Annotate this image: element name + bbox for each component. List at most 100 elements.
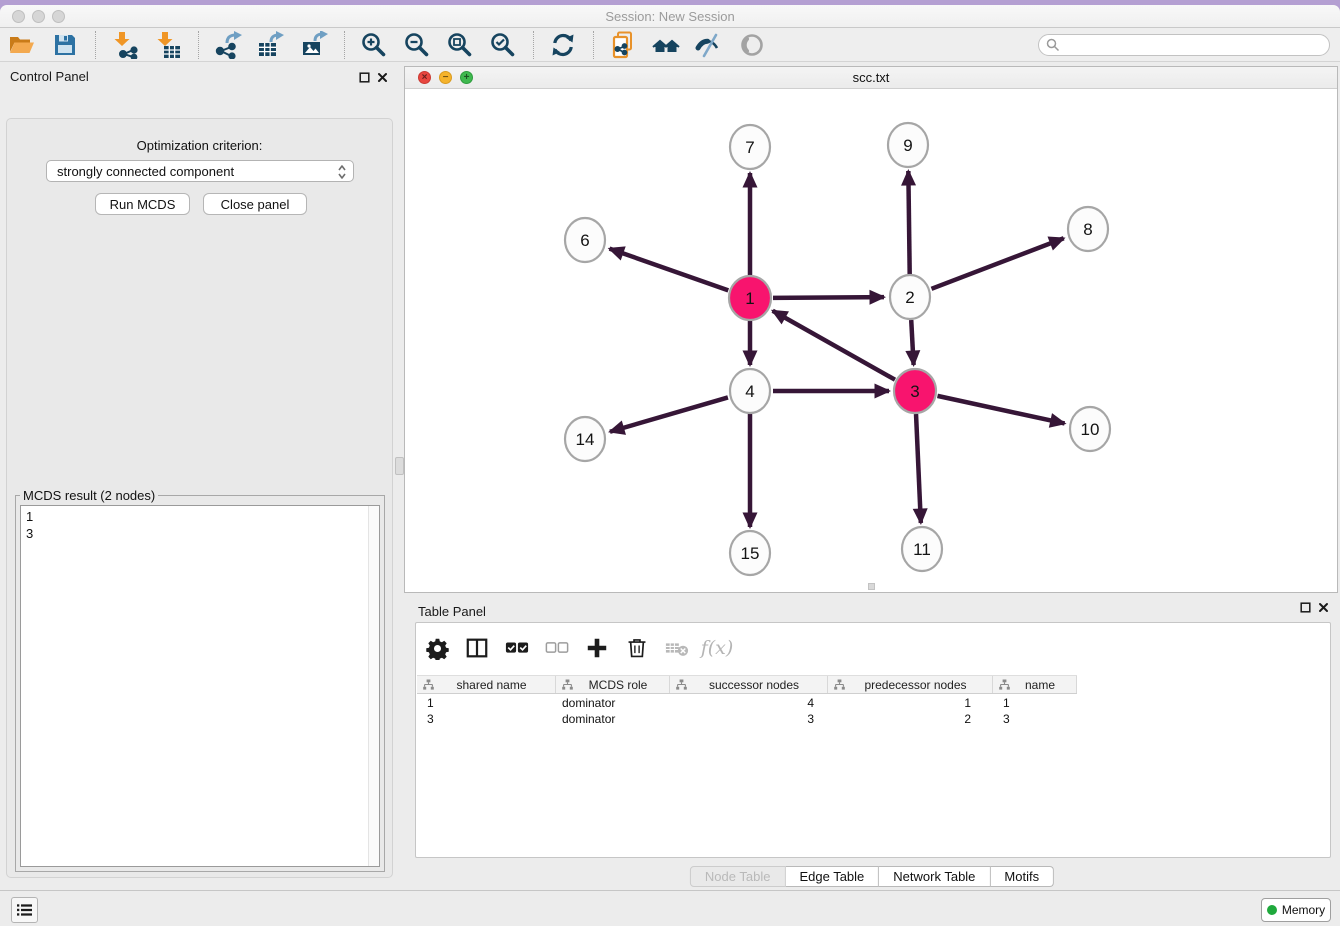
table-cell[interactable]: 1	[993, 695, 1077, 711]
graph-node-1[interactable]: 1	[729, 276, 771, 320]
export-image-icon[interactable]	[300, 31, 328, 59]
memory-button[interactable]: Memory	[1261, 898, 1331, 922]
graph-node-2[interactable]: 2	[890, 275, 930, 319]
export-network-icon[interactable]	[214, 31, 242, 59]
memory-status-icon	[1267, 905, 1277, 915]
svg-text:2: 2	[905, 288, 914, 307]
table-cell[interactable]: 2	[828, 711, 993, 727]
search-input[interactable]	[1038, 34, 1330, 56]
column-header-successor-nodes[interactable]: successor nodes	[670, 676, 828, 693]
canvas-resize-handle[interactable]	[868, 583, 875, 590]
table-cell[interactable]: dominator	[556, 711, 670, 727]
delete-column-icon[interactable]	[624, 635, 650, 661]
graph-node-9[interactable]: 9	[888, 123, 928, 167]
open-session-icon[interactable]	[8, 31, 36, 59]
svg-text:4: 4	[745, 382, 754, 401]
apply-layout-icon[interactable]	[549, 31, 577, 59]
criterion-dropdown[interactable]: strongly connected component	[46, 160, 354, 182]
main-toolbar	[0, 28, 1340, 62]
table-toolbar: f(x)	[424, 631, 730, 665]
edge-3-11[interactable]	[916, 414, 921, 523]
panel-splitter-handle[interactable]	[395, 457, 404, 475]
zoom-fit-icon[interactable]	[446, 31, 474, 59]
table-cell[interactable]: 3	[417, 711, 556, 727]
toolbar-separator	[95, 31, 96, 59]
zoom-out-icon[interactable]	[403, 31, 431, 59]
import-network-icon[interactable]	[111, 31, 139, 59]
graph-node-3[interactable]: 3	[894, 369, 936, 413]
graph-node-11[interactable]: 11	[902, 527, 942, 571]
network-view-window: × − + scc.txt 7 9 6 8 1 2 4 3 14 10 15 11	[404, 66, 1338, 593]
graph-node-6[interactable]: 6	[565, 218, 605, 262]
column-header-predecessor-nodes[interactable]: predecessor nodes	[828, 676, 993, 693]
edge-3-10[interactable]	[937, 396, 1064, 424]
column-header-shared-name[interactable]: shared name	[417, 676, 556, 693]
unselect-all-columns-icon[interactable]	[544, 635, 570, 661]
table-cell[interactable]: 3	[993, 711, 1077, 727]
svg-text:15: 15	[741, 544, 760, 563]
table-cell[interactable]: 1	[828, 695, 993, 711]
float-panel-icon[interactable]	[359, 72, 370, 83]
column-header-MCDS-role[interactable]: MCDS role	[556, 676, 670, 693]
graph-node-7[interactable]: 7	[730, 125, 770, 169]
graph-node-14[interactable]: 14	[565, 417, 605, 461]
mcds-result-textarea[interactable]: 1 3	[20, 505, 380, 867]
table-cell[interactable]: 4	[670, 695, 828, 711]
result-scrollbar[interactable]	[368, 506, 379, 866]
edge-4-14[interactable]	[610, 397, 728, 431]
graph-node-15[interactable]: 15	[730, 531, 770, 575]
edge-2-8[interactable]	[931, 238, 1063, 289]
table-panel: Table Panel	[404, 593, 1340, 890]
edge-3-1[interactable]	[773, 311, 895, 380]
show-column-panel-icon[interactable]	[464, 635, 490, 661]
function-builder-icon: f(x)	[704, 635, 730, 661]
clone-network-icon[interactable]	[609, 31, 637, 59]
zoom-in-icon[interactable]	[360, 31, 388, 59]
network-canvas[interactable]: 7 9 6 8 1 2 4 3 14 10 15 11	[405, 89, 1337, 592]
edge-2-9[interactable]	[908, 171, 909, 274]
close-panel-icon[interactable]	[377, 72, 388, 83]
delete-table-icon	[664, 635, 690, 661]
zoom-selected-icon[interactable]	[489, 31, 517, 59]
graph-node-4[interactable]: 4	[730, 369, 770, 413]
tab-network-table[interactable]: Network Table	[879, 866, 990, 887]
close-table-panel-icon[interactable]	[1318, 602, 1329, 613]
table-row[interactable]: 3dominator323	[417, 711, 1077, 727]
create-column-icon[interactable]	[584, 635, 610, 661]
graph-node-8[interactable]: 8	[1068, 207, 1108, 251]
float-table-panel-icon[interactable]	[1300, 602, 1311, 613]
edge-2-3[interactable]	[911, 320, 913, 365]
export-table-icon[interactable]	[257, 31, 285, 59]
tab-edge-table[interactable]: Edge Table	[785, 866, 879, 887]
import-table-icon[interactable]	[154, 31, 182, 59]
svg-text:6: 6	[580, 231, 589, 250]
show-graphics-details-icon[interactable]	[695, 31, 723, 59]
title-bar: Session: New Session	[0, 5, 1340, 28]
column-type-icon	[423, 679, 434, 690]
column-header-name[interactable]: name	[993, 676, 1077, 693]
app-window: Session: New Session	[0, 5, 1340, 926]
close-panel-button[interactable]: Close panel	[203, 193, 307, 215]
table-cell[interactable]: 3	[670, 711, 828, 727]
criterion-dropdown-value: strongly connected component	[57, 164, 234, 179]
home-icon[interactable]	[652, 31, 680, 59]
edge-1-2[interactable]	[773, 297, 884, 298]
svg-text:14: 14	[576, 430, 595, 449]
search-field	[1038, 34, 1330, 56]
tab-motifs[interactable]: Motifs	[990, 866, 1054, 887]
save-session-icon[interactable]	[51, 31, 79, 59]
graph-node-10[interactable]: 10	[1070, 407, 1110, 451]
tab-node-table[interactable]: Node Table	[690, 866, 786, 887]
table-row[interactable]: 1dominator411	[417, 695, 1077, 711]
table-panel-title: Table Panel	[418, 604, 486, 619]
table-cell[interactable]: dominator	[556, 695, 670, 711]
table-settings-gear-icon[interactable]	[424, 635, 450, 661]
table-cell[interactable]: 1	[417, 695, 556, 711]
select-all-columns-icon[interactable]	[504, 635, 530, 661]
control-panel-title: Control Panel	[10, 69, 89, 84]
task-history-button[interactable]	[11, 897, 38, 923]
run-mcds-button[interactable]: Run MCDS	[95, 193, 190, 215]
edge-1-6[interactable]	[610, 249, 729, 291]
network-window-titlebar[interactable]: × − + scc.txt	[405, 67, 1337, 89]
status-bar: Memory	[0, 890, 1340, 926]
